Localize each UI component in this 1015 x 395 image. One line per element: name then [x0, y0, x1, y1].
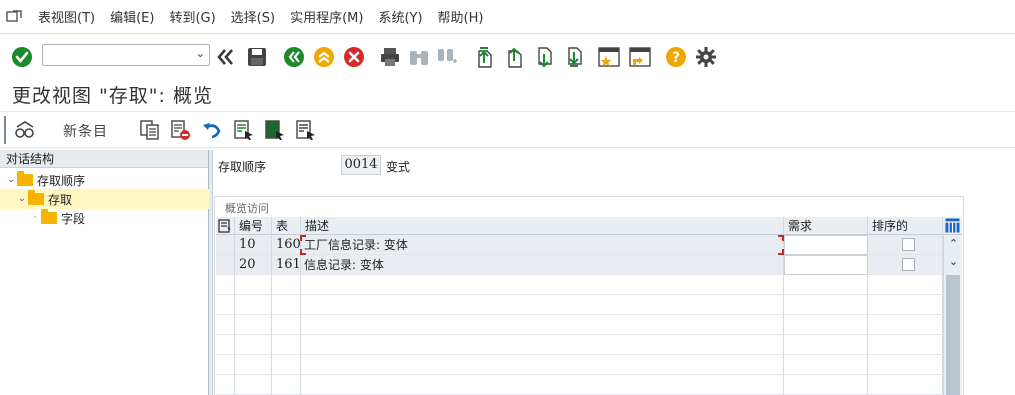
toolbar-separator	[4, 116, 6, 144]
cell-description[interactable]: 信息记录: 变体	[301, 255, 784, 275]
access-sequence-label: 存取顺序	[218, 160, 267, 174]
exit-icon[interactable]	[312, 45, 336, 69]
group-title: 概览访问	[225, 202, 269, 215]
table-scrollbar[interactable]: ⌃ ⌄	[943, 235, 962, 395]
table-row[interactable]	[216, 295, 943, 315]
svg-text:?: ?	[672, 50, 680, 66]
back-green-icon[interactable]	[282, 45, 306, 69]
application-toolbar: 新条目	[0, 112, 1015, 148]
menu-shortcut-icon[interactable]	[0, 0, 28, 34]
folder-icon	[17, 171, 33, 186]
menu-utilities[interactable]: 实用程序(M)	[290, 7, 363, 26]
tree-item-access-sequence[interactable]: ⌄ 存取顺序	[0, 170, 209, 190]
find-icon[interactable]	[407, 45, 431, 69]
table-row[interactable]: 10 160 工厂信息记录: 变体	[216, 235, 943, 255]
focus-marker	[778, 235, 784, 241]
sorted-checkbox[interactable]	[902, 258, 915, 271]
select-all-icon[interactable]	[232, 118, 256, 142]
last-page-icon[interactable]	[562, 45, 586, 69]
menu-table-view[interactable]: 表视图(T)	[38, 7, 95, 26]
scroll-down-icon[interactable]: ⌄	[944, 255, 963, 268]
row-selector[interactable]	[216, 255, 235, 275]
standard-toolbar: ⌄ ?	[0, 36, 1015, 76]
column-header-sorted[interactable]: 排序的	[868, 217, 943, 235]
cell-table: 161	[272, 255, 301, 275]
tree-item-label: 存取	[48, 192, 73, 207]
table-row[interactable]	[216, 315, 943, 335]
print-icon[interactable]	[378, 45, 402, 69]
table-row[interactable]	[216, 275, 943, 295]
cell-table: 160	[272, 235, 301, 255]
folder-icon	[41, 209, 57, 224]
delete-icon[interactable]	[168, 118, 192, 142]
menu-goto[interactable]: 转到(G)	[169, 7, 215, 26]
cell-number: 10	[235, 235, 272, 255]
deselect-all-icon[interactable]	[294, 118, 318, 142]
save-icon[interactable]	[246, 46, 268, 68]
find-next-icon[interactable]	[435, 45, 461, 69]
create-session-icon[interactable]	[596, 45, 622, 69]
undo-icon[interactable]	[200, 118, 224, 142]
sorted-checkbox[interactable]	[902, 238, 915, 251]
access-table: 编号 表 描述 需求 排序的 10 160 工厂信息记录: 变体 20 161 …	[216, 217, 962, 395]
next-page-icon[interactable]	[532, 45, 556, 69]
menu-help[interactable]: 帮助(H)	[438, 7, 484, 26]
sorted-cell	[868, 235, 943, 255]
select-block-icon[interactable]	[263, 118, 287, 142]
column-header-number[interactable]: 编号	[235, 217, 272, 235]
chevron-down-icon[interactable]: ⌄	[16, 194, 28, 204]
new-entries-button[interactable]: 新条目	[63, 121, 108, 141]
page-title: 更改视图 "存取": 概览	[12, 85, 213, 107]
tree-item-label: 字段	[61, 211, 86, 226]
table-row[interactable]: 20 161 信息记录: 变体	[216, 255, 943, 275]
menu-edit[interactable]: 编辑(E)	[110, 7, 154, 26]
settings-icon[interactable]	[694, 45, 718, 69]
first-page-icon[interactable]	[472, 45, 496, 69]
column-header-description[interactable]: 描述	[301, 217, 784, 235]
table-row[interactable]	[216, 375, 943, 395]
back-icon[interactable]	[216, 46, 236, 68]
scroll-thumb[interactable]	[946, 275, 960, 395]
table-header: 编号 表 描述 需求 排序的	[216, 217, 962, 235]
chevron-down-icon[interactable]: ⌄	[5, 175, 17, 185]
column-header-table[interactable]: 表	[272, 217, 301, 235]
column-header-requirement[interactable]: 需求	[784, 217, 868, 235]
previous-page-icon[interactable]	[502, 45, 526, 69]
bullet-icon: ·	[33, 213, 37, 223]
display-change-icon[interactable]	[12, 118, 38, 142]
copy-as-icon[interactable]	[138, 118, 162, 142]
help-icon[interactable]: ?	[664, 45, 688, 69]
tree-item-fields[interactable]: · 字段	[0, 208, 209, 228]
table-row[interactable]	[216, 335, 943, 355]
title-bar: 更改视图 "存取": 概览	[0, 78, 1015, 112]
row-selector[interactable]	[216, 235, 235, 255]
select-all-rows-icon[interactable]	[216, 217, 235, 235]
command-field[interactable]: ⌄	[42, 44, 210, 66]
requirement-input[interactable]	[784, 255, 868, 275]
chevron-down-icon[interactable]: ⌄	[196, 47, 205, 60]
access-sequence-description: 变式	[386, 160, 411, 174]
column-settings-icon[interactable]	[943, 217, 962, 235]
enter-icon[interactable]	[10, 45, 34, 69]
pane-splitter[interactable]	[209, 150, 213, 395]
menu-system[interactable]: 系统(Y)	[378, 7, 422, 26]
requirement-input[interactable]	[784, 235, 868, 255]
menu-bar: 表视图(T) 编辑(E) 转到(G) 选择(S) 实用程序(M) 系统(Y) 帮…	[0, 0, 1015, 34]
focus-marker	[300, 235, 306, 241]
scroll-up-icon[interactable]: ⌃	[944, 237, 963, 250]
access-sequence-field: 0014	[341, 155, 381, 175]
table-row[interactable]	[216, 355, 943, 375]
tree-item-access[interactable]: ⌄ 存取	[0, 189, 209, 209]
cell-description[interactable]: 工厂信息记录: 变体	[301, 235, 784, 255]
folder-open-icon	[28, 190, 44, 205]
shortcut-icon[interactable]	[627, 45, 653, 69]
tree-header: 对话结构	[0, 150, 208, 168]
cell-number: 20	[235, 255, 272, 275]
menu-selection[interactable]: 选择(S)	[231, 7, 275, 26]
tree-item-label: 存取顺序	[37, 173, 86, 188]
dialog-structure-tree: 对话结构 ⌄ 存取顺序 ⌄ 存取 · 字段	[0, 150, 209, 395]
cancel-icon[interactable]	[342, 45, 366, 69]
sorted-cell	[868, 255, 943, 275]
